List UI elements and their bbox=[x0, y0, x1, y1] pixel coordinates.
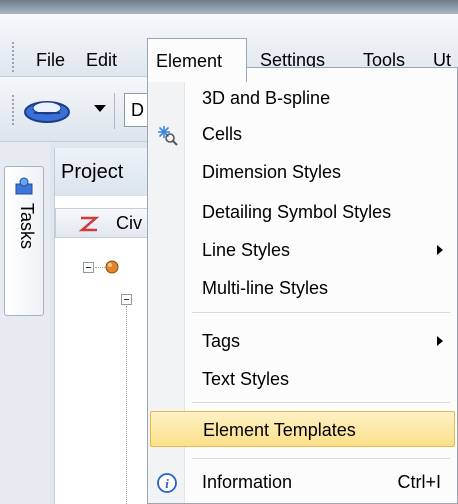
menu-element-label: Element bbox=[156, 51, 223, 71]
app-window: File Edit Element Settings Tools Ut D Ta… bbox=[0, 0, 458, 504]
menu-item-label: 3D and B-spline bbox=[202, 88, 331, 108]
toolbar-combo-text: D bbox=[131, 100, 144, 120]
project-node-icon[interactable] bbox=[103, 258, 121, 276]
menu-item-label: Element Templates bbox=[203, 420, 356, 440]
menu-edit[interactable]: Edit bbox=[86, 38, 117, 82]
menu-item-label: Detailing Symbol Styles bbox=[202, 202, 392, 222]
menu-item-3d-bspline[interactable]: 3D and B-spline bbox=[148, 80, 457, 116]
menubar-grip[interactable] bbox=[12, 42, 14, 72]
element-menu-dropdown: 3D and B-spline Cells Dimension Styles D… bbox=[147, 67, 458, 504]
tree-connector bbox=[126, 306, 127, 504]
tab-tasks-label: Tasks bbox=[17, 203, 37, 250]
menu-item-cells[interactable]: Cells bbox=[148, 116, 457, 152]
menu-item-tags[interactable]: Tags bbox=[148, 323, 457, 359]
tasks-icon bbox=[15, 177, 33, 195]
menu-item-label: Multi-line Styles bbox=[202, 278, 329, 298]
menu-element[interactable]: Element bbox=[147, 38, 247, 82]
menu-item-information[interactable]: i Information Ctrl+I bbox=[148, 464, 457, 500]
cells-icon bbox=[158, 126, 178, 146]
left-tab-strip: Tasks bbox=[0, 142, 50, 504]
panel-toolbar-label[interactable]: Civ bbox=[116, 209, 142, 237]
menu-item-shortcut: Ctrl+I bbox=[397, 472, 441, 492]
toolbar-grip[interactable] bbox=[12, 95, 14, 125]
menu-item-text-styles[interactable]: Text Styles bbox=[148, 361, 457, 397]
menu-item-label: Tags bbox=[202, 331, 241, 351]
submenu-arrow-icon bbox=[437, 245, 443, 255]
menu-item-label: Cells bbox=[202, 124, 243, 144]
menu-separator bbox=[192, 402, 450, 404]
tree-collapse-toggle[interactable] bbox=[121, 294, 132, 305]
menu-separator bbox=[192, 458, 450, 460]
submenu-arrow-icon bbox=[437, 336, 443, 346]
menu-item-dimension-styles[interactable]: Dimension Styles bbox=[148, 154, 457, 190]
view-attributes-icon[interactable] bbox=[22, 93, 76, 127]
menu-item-label: Information bbox=[202, 472, 293, 492]
menu-item-label: Dimension Styles bbox=[202, 162, 342, 182]
menu-item-line-styles[interactable]: Line Styles bbox=[148, 232, 457, 268]
menu-item-label: Text Styles bbox=[202, 369, 290, 389]
menu-file-label: File bbox=[36, 50, 66, 70]
toolbar-separator bbox=[114, 93, 115, 129]
tree-collapse-toggle[interactable] bbox=[83, 262, 94, 273]
menu-separator bbox=[192, 312, 450, 314]
tab-tasks[interactable]: Tasks bbox=[4, 166, 44, 316]
menu-file[interactable]: File bbox=[36, 38, 65, 82]
menu-item-multi-line-styles[interactable]: Multi-line Styles bbox=[148, 270, 457, 306]
civil-icon[interactable] bbox=[78, 214, 100, 234]
menu-edit-label: Edit bbox=[86, 50, 118, 70]
title-bar bbox=[0, 0, 458, 14]
svg-text:i: i bbox=[165, 476, 169, 491]
info-icon: i bbox=[157, 473, 177, 493]
view-dropdown-arrow-icon[interactable] bbox=[94, 105, 106, 112]
menu-item-detailing-symbol-styles[interactable]: Detailing Symbol Styles bbox=[148, 194, 457, 230]
menu-item-element-templates[interactable]: Element Templates bbox=[150, 411, 455, 447]
menu-item-label: Line Styles bbox=[202, 240, 291, 260]
